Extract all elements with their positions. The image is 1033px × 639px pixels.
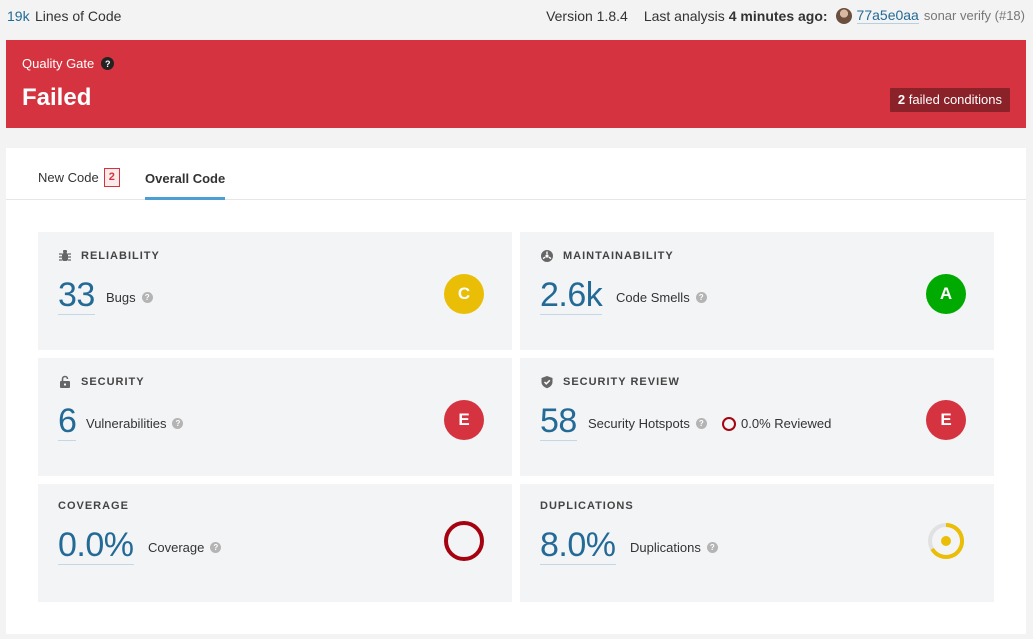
reliability-rating[interactable]: C <box>444 274 484 314</box>
security-review-rating[interactable]: E <box>926 400 966 440</box>
help-icon[interactable]: ? <box>695 292 707 303</box>
build-note: sonar verify (#18) <box>923 8 1025 23</box>
coverage-card: COVERAGE 0.0% Coverage ? <box>38 484 512 602</box>
hotspots-reviewed-label: 0.0% Reviewed <box>741 416 832 431</box>
reliability-title-row: RELIABILITY <box>58 249 160 263</box>
help-icon[interactable]: ? <box>141 292 153 303</box>
quality-gate-status: Failed <box>22 84 92 111</box>
duplications-donut[interactable] <box>926 521 966 561</box>
tab-overall-code[interactable]: Overall Code <box>145 171 226 200</box>
reliability-title: RELIABILITY <box>81 250 160 262</box>
new-code-failed-badge: 2 <box>103 168 120 187</box>
bugs-label: Bugs <box>106 290 136 305</box>
last-analysis-label: Last analysis <box>643 7 725 24</box>
code-smells-value[interactable]: 2.6k <box>540 278 603 315</box>
coverage-title: COVERAGE <box>58 500 129 512</box>
security-card: SECURITY 6 Vulnerabilities ? E <box>38 358 512 476</box>
failed-conditions-count: 2 <box>897 92 906 107</box>
vulnerabilities-label: Vulnerabilities <box>86 416 167 431</box>
help-icon[interactable]: ? <box>706 542 718 553</box>
failed-conditions-text: failed conditions <box>908 92 1002 107</box>
last-analysis-time: 4 minutes ago: <box>728 7 828 24</box>
coverage-donut[interactable] <box>444 521 484 561</box>
help-icon[interactable]: ? <box>101 57 115 70</box>
security-rating[interactable]: E <box>444 400 484 440</box>
shield-icon <box>540 375 554 389</box>
maintainability-card: MAINTAINABILITY 2.6k Code Smells ? A <box>520 232 994 350</box>
tab-new-code[interactable]: New Code 2 <box>38 168 120 187</box>
security-review-card: SECURITY REVIEW 58 Security Hotspots ? 0… <box>520 358 994 476</box>
vulnerabilities-value[interactable]: 6 <box>58 404 77 441</box>
maintainability-title: MAINTAINABILITY <box>563 250 674 262</box>
security-hotspots-label-row: Security Hotspots ? <box>588 416 707 431</box>
quality-gate-banner: Quality Gate ? Failed 2 failed condition… <box>6 40 1026 128</box>
analysis-meta: Version 1.8.4 Last analysis 4 minutes ag… <box>546 7 1025 24</box>
quality-gate-label: Quality Gate <box>22 56 95 71</box>
help-icon[interactable]: ? <box>172 418 184 429</box>
bugs-label-row: Bugs ? <box>106 290 153 305</box>
duplications-value[interactable]: 8.0% <box>540 528 616 565</box>
maintainability-title-row: MAINTAINABILITY <box>540 249 674 263</box>
hotspots-reviewed[interactable]: 0.0% Reviewed <box>722 416 831 431</box>
measures-panel: New Code 2 Overall Code RELIABILITY 33 B… <box>6 148 1026 634</box>
version-label: Version 1.8.4 <box>546 7 628 24</box>
smell-icon <box>540 249 554 263</box>
duplications-label: Duplications <box>630 540 701 555</box>
help-icon[interactable]: ? <box>695 418 707 429</box>
duplications-title: DUPLICATIONS <box>540 500 634 512</box>
commit-link[interactable]: 77a5e0aa <box>856 7 919 24</box>
coverage-label: Coverage <box>148 540 205 555</box>
reliability-card: RELIABILITY 33 Bugs ? C <box>38 232 512 350</box>
tab-new-code-label: New Code <box>38 170 99 185</box>
code-smells-label: Code Smells <box>616 290 690 305</box>
lock-icon <box>58 375 72 389</box>
reviewed-donut-icon <box>722 416 736 431</box>
security-review-title: SECURITY REVIEW <box>563 376 680 388</box>
vulnerabilities-label-row: Vulnerabilities ? <box>86 416 184 431</box>
help-icon[interactable]: ? <box>210 542 222 553</box>
lines-of-code-link[interactable]: 19k <box>7 8 30 24</box>
code-smells-label-row: Code Smells ? <box>616 290 707 305</box>
bug-icon <box>58 249 72 263</box>
security-title-row: SECURITY <box>58 375 145 389</box>
code-tabs: New Code 2 Overall Code <box>6 148 1026 200</box>
bugs-value[interactable]: 33 <box>58 278 95 315</box>
security-hotspots-label: Security Hotspots <box>588 416 690 431</box>
security-review-title-row: SECURITY REVIEW <box>540 375 680 389</box>
coverage-label-row: Coverage ? <box>148 540 222 555</box>
security-title: SECURITY <box>81 376 145 388</box>
duplications-donut-center <box>941 536 951 546</box>
maintainability-rating[interactable]: A <box>926 274 966 314</box>
security-hotspots-value[interactable]: 58 <box>540 404 577 441</box>
quality-gate-label-row: Quality Gate ? <box>22 56 115 71</box>
top-bar: 19k Lines of Code Version 1.8.4 Last ana… <box>0 0 1033 30</box>
lines-of-code-label: Lines of Code <box>35 8 122 24</box>
duplications-card: DUPLICATIONS 8.0% Duplications ? <box>520 484 994 602</box>
duplications-label-row: Duplications ? <box>630 540 718 555</box>
failed-conditions-badge[interactable]: 2 failed conditions <box>889 88 1010 112</box>
avatar-icon <box>835 7 852 24</box>
coverage-value[interactable]: 0.0% <box>58 528 134 565</box>
